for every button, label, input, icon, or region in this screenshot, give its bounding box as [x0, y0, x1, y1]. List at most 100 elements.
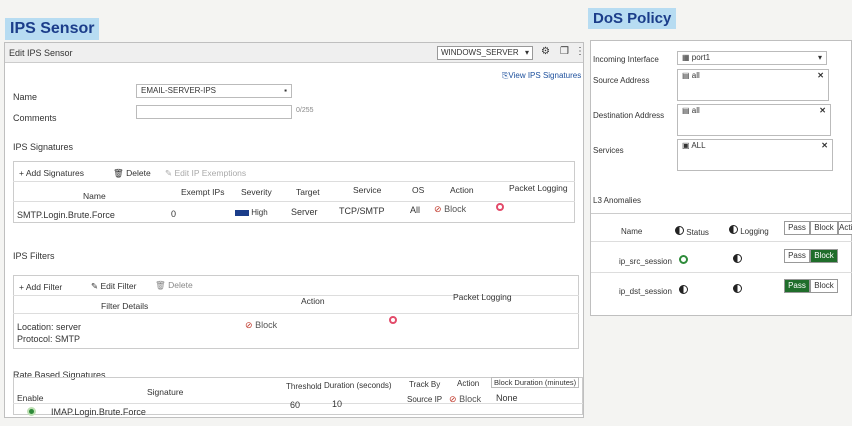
anomaly-logging-toggle[interactable] [733, 284, 742, 295]
col-anomaly-name: Name [621, 227, 643, 236]
pass-button[interactable]: Pass [784, 279, 810, 293]
col-threshold: Threshold [286, 382, 322, 391]
anomaly-logging-toggle[interactable] [733, 254, 742, 265]
block-icon: ⊘ [245, 320, 253, 330]
col-signature: Signature [147, 387, 184, 397]
anomaly-name: ip_src_session [619, 257, 672, 266]
incoming-interface-label: Incoming Interface [593, 55, 659, 64]
view-ips-signatures-link[interactable]: ⎘View IPS Signatures [502, 71, 581, 81]
col-duration: Duration (seconds) [324, 381, 392, 390]
delete-signature-button[interactable]: 🗑 Delete [113, 168, 151, 179]
add-filter-button[interactable]: + Add Filter [19, 282, 62, 292]
destination-address-field[interactable]: ▤ all ✕ [677, 104, 831, 136]
trash-icon: 🗑 [155, 280, 166, 290]
header-pass-button[interactable]: Pass [784, 221, 810, 235]
more-icon[interactable]: ⋮ [575, 46, 585, 57]
incoming-interface-select[interactable]: ▦ port1 ▾ [677, 51, 827, 65]
rate-threshold: 60 [290, 400, 301, 410]
anomaly-name: ip_dst_session [619, 287, 672, 296]
rate-duration: 10 [332, 399, 343, 409]
col-track-by: Track By [409, 380, 441, 389]
ips-sensor-tag: IPS Sensor [5, 18, 100, 40]
enabled-icon [679, 255, 688, 264]
comments-label: Comments [13, 113, 57, 123]
pass-button[interactable]: Pass [784, 249, 810, 263]
sig-row-action: ⊘ Block [434, 204, 467, 214]
comments-counter: 0/255 [296, 107, 314, 114]
filter-packet-logging-toggle[interactable] [389, 316, 397, 326]
sig-row-exempt: 0 [171, 209, 177, 219]
add-signatures-button[interactable]: + Add Signatures [19, 168, 84, 178]
col-filter-details: Filter Details [101, 301, 149, 311]
dos-policy-panel: Incoming Interface ▦ port1 ▾ Source Addr… [590, 40, 852, 316]
col-name: Name [83, 191, 106, 201]
rate-signature: IMAP.Login.Brute.Force [51, 407, 146, 417]
source-address-field[interactable]: ▤ all ✕ [677, 69, 829, 101]
name-input[interactable]: EMAIL-SERVER-IPS ▪ [136, 84, 292, 98]
sig-row-target: Server [291, 207, 318, 217]
ips-signatures-heading: IPS Signatures [13, 142, 74, 152]
pencil-icon: ✎ [165, 168, 173, 178]
port-icon: ▦ [682, 53, 690, 62]
services-field[interactable]: ▣ ALL ✕ [677, 139, 833, 171]
col-filter-packet-logging: Packet Logging [453, 292, 512, 302]
gear-icon[interactable]: ⚙ [541, 46, 550, 57]
source-address-label: Source Address [593, 76, 650, 85]
plus-icon: + [19, 282, 24, 292]
col-filter-action: Action [301, 296, 325, 306]
col-rate-action: Action [457, 379, 480, 388]
block-button[interactable]: Block [810, 279, 838, 293]
delete-filter-button[interactable]: 🗑 Delete [155, 280, 193, 291]
ips-sensor-panel: Edit IPS Sensor WINDOWS_SERVER ▾ ⚙ ❐ ⋮ ⎘… [4, 42, 585, 418]
col-severity: Severity [241, 187, 272, 197]
filter-protocol: Protocol: SMTP [17, 334, 81, 344]
header-block-button[interactable]: Block [810, 221, 838, 235]
chevron-down-icon: ▾ [524, 48, 529, 57]
plus-icon: + [19, 168, 24, 178]
trash-icon: 🗑 [113, 168, 124, 178]
status-icon [675, 226, 684, 235]
edit-filter-button[interactable]: ✎ Edit Filter [91, 281, 136, 292]
chevron-down-icon: ▾ [817, 53, 822, 62]
col-action: Action [450, 185, 474, 195]
rate-track-by: Source IP [407, 395, 443, 404]
services-label: Services [593, 146, 624, 155]
dos-policy-tag: DoS Policy [588, 8, 677, 29]
logging-icon [729, 225, 738, 234]
close-icon[interactable]: ✕ [821, 141, 828, 150]
logging-icon [733, 254, 742, 263]
col-target: Target [296, 187, 320, 197]
col-exempt-ips: Exempt IPs [181, 187, 225, 197]
col-service: Service [353, 185, 382, 195]
col-logging: Logging [729, 225, 769, 236]
col-os: OS [412, 185, 425, 195]
rate-block-duration: None [496, 393, 518, 403]
sig-row-service: TCP/SMTP [339, 206, 385, 216]
anomaly-status-toggle[interactable] [679, 255, 688, 266]
severity-bar-icon [235, 209, 249, 216]
rate-enable-toggle[interactable] [27, 407, 36, 418]
sig-packet-logging-toggle[interactable] [496, 203, 504, 213]
col-block-duration: Block Duration (minutes) [491, 377, 580, 388]
filter-action: ⊘ Block [245, 320, 278, 330]
col-status: Status [675, 226, 709, 237]
col-enable: Enable [17, 393, 44, 403]
close-icon[interactable]: ✕ [817, 71, 824, 80]
close-icon[interactable]: ✕ [819, 106, 826, 115]
block-icon: ⊘ [434, 204, 442, 214]
block-button[interactable]: Block [810, 249, 838, 263]
sig-row-name: SMTP.Login.Brute.Force [17, 210, 115, 220]
col-packet-logging: Packet Logging [509, 183, 568, 193]
service-icon: ▣ [682, 141, 690, 150]
clone-icon[interactable]: ❐ [560, 46, 569, 57]
edit-ips-sensor-title: Edit IPS Sensor [9, 48, 73, 58]
anomaly-status-toggle[interactable] [679, 285, 688, 296]
edit-ip-exemptions-button[interactable]: ✎ Edit IP Exemptions [165, 168, 246, 179]
header-action-button[interactable]: Action [838, 221, 852, 235]
address-icon: ▤ [682, 106, 690, 115]
name-label: Name [13, 92, 38, 102]
severity-high: High [235, 208, 268, 217]
filter-location: Location: server [17, 322, 82, 332]
profile-select[interactable]: WINDOWS_SERVER ▾ [437, 46, 533, 60]
comments-input[interactable] [136, 105, 292, 119]
